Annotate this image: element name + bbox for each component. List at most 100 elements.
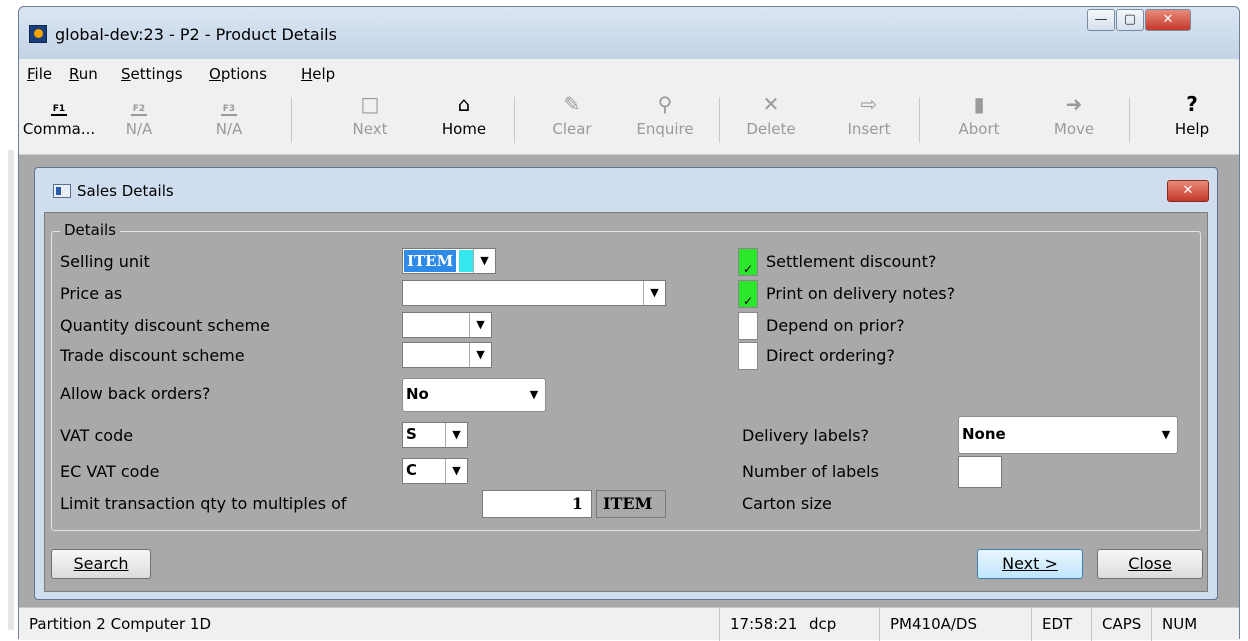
menu-options[interactable]: Options (209, 65, 267, 83)
minimize-button[interactable]: — (1087, 9, 1115, 31)
chevron-down-icon: ▼ (473, 249, 495, 273)
depend-prior-checkbox[interactable] (738, 312, 758, 340)
menu-run[interactable]: Run (69, 65, 98, 83)
back-orders-select[interactable]: No ▼ (402, 378, 546, 412)
help-question-icon: ? (1186, 92, 1198, 116)
back-orders-value: No (406, 385, 429, 403)
dialog-close-button[interactable]: ✕ (1167, 180, 1209, 202)
status-program: PM410A/DS (879, 608, 1031, 641)
dialog-window-icon (53, 184, 71, 198)
f2-label: N/A (125, 120, 153, 138)
qty-discount-select[interactable]: ▼ (402, 312, 492, 338)
vat-code-select[interactable]: S ▼ (402, 422, 468, 448)
toolbar-separator (514, 97, 515, 143)
f2-key-icon: F2 (99, 91, 179, 117)
price-as-label: Price as (60, 284, 123, 303)
print-delivery-checkbox[interactable]: ✓ (738, 280, 758, 308)
back-orders-label: Allow back orders? (60, 384, 211, 403)
menu-help-mnemonic: H (301, 65, 313, 83)
direct-ordering-checkbox[interactable] (738, 342, 758, 370)
selling-unit-select[interactable]: ITEM ▼ (402, 248, 496, 274)
next-toolbar-button[interactable]: □ Next (330, 91, 410, 151)
delivery-labels-value: None (962, 425, 1006, 443)
menu-file-mnemonic: F (27, 65, 35, 83)
delivery-labels-select[interactable]: None ▼ (958, 416, 1178, 454)
menu-file[interactable]: File (27, 65, 52, 83)
menu-help-label: elp (312, 65, 336, 83)
f2-key-label: F2 (130, 104, 148, 116)
limit-qty-value: 1 (571, 494, 583, 513)
menu-settings[interactable]: Settings (121, 65, 183, 83)
menu-options-mnemonic: O (209, 65, 221, 83)
home-icon: ⌂ (457, 92, 471, 116)
selection-highlight (459, 250, 473, 272)
menu-settings-mnemonic: S (121, 65, 131, 83)
settlement-discount-label: Settlement discount? (766, 252, 937, 271)
delete-label: Delete (746, 120, 796, 138)
delivery-labels-label: Delivery labels? (742, 426, 870, 445)
home-button[interactable]: ⌂ Home (424, 91, 504, 151)
trade-discount-label: Trade discount scheme (60, 346, 245, 365)
home-label: Home (441, 120, 487, 138)
toolbar: F1 Comma... F2 N/A F3 N/A □ Next ⌂ Home … (19, 87, 1239, 155)
depend-prior-label: Depend on prior? (766, 316, 905, 335)
menu-run-label: un (78, 65, 98, 83)
delete-button[interactable]: ✕ Delete (731, 91, 811, 151)
exit-door-icon: ▮ (973, 92, 985, 116)
menu-options-label: ptions (220, 65, 267, 83)
move-button[interactable]: ➜ Move (1034, 91, 1114, 151)
ec-vat-code-label: EC VAT code (60, 462, 160, 481)
toolbar-separator (291, 97, 292, 143)
status-edt: EDT (1031, 608, 1091, 641)
close-window-button[interactable]: ✕ (1145, 9, 1191, 31)
dialog-title: Sales Details (77, 182, 174, 200)
enquire-button[interactable]: ⚲ Enquire (625, 91, 705, 151)
ec-vat-code-select[interactable]: C ▼ (402, 458, 468, 484)
search-button[interactable]: Search (51, 549, 151, 579)
f2-button[interactable]: F2 N/A (99, 91, 179, 151)
f1-key-icon: F1 (19, 91, 99, 117)
close-button-label: Close (1128, 554, 1172, 573)
direct-ordering-label: Direct ordering? (766, 346, 895, 365)
chevron-down-icon: ▼ (529, 388, 539, 401)
selling-unit-value: ITEM (404, 250, 457, 272)
search-button-label: Search (73, 554, 129, 573)
help-label: Help (1174, 120, 1210, 138)
print-delivery-label: Print on delivery notes? (766, 284, 956, 303)
next-button-label: Next > (1002, 554, 1058, 573)
toolbar-separator (719, 97, 720, 143)
menu-run-mnemonic: R (69, 65, 79, 83)
f3-button[interactable]: F3 N/A (189, 91, 269, 151)
toolbar-separator (1129, 97, 1130, 143)
next-button[interactable]: Next > (977, 549, 1083, 579)
maximize-button[interactable]: ▢ (1116, 9, 1144, 31)
close-button[interactable]: Close (1097, 549, 1203, 579)
number-labels-label: Number of labels (742, 462, 879, 481)
enquire-label: Enquire (636, 120, 694, 138)
chevron-down-icon: ▼ (445, 459, 467, 483)
number-labels-input[interactable] (958, 456, 1002, 488)
limit-qty-input[interactable]: 1 (482, 490, 592, 518)
next-toolbar-label: Next (352, 120, 388, 138)
move-label: Move (1053, 120, 1095, 138)
clear-button[interactable]: ✎ Clear (532, 91, 612, 151)
sales-details-dialog: Sales Details ✕ Details Selling unit Pri… (34, 167, 1218, 600)
menu-help[interactable]: Help (301, 65, 335, 83)
dialog-body: Details Selling unit Price as Quantity d… (44, 212, 1208, 592)
qty-discount-label: Quantity discount scheme (60, 316, 270, 335)
help-button[interactable]: ? Help (1152, 91, 1232, 151)
commands-button[interactable]: F1 Comma... (19, 91, 99, 151)
limit-qty-unit: ITEM (596, 490, 666, 518)
title-bar: global-dev:23 - P2 - Product Details — ▢… (19, 7, 1239, 59)
abort-button[interactable]: ▮ Abort (939, 91, 1019, 151)
workspace: Sales Details ✕ Details Selling unit Pri… (19, 155, 1239, 607)
settlement-discount-checkbox[interactable]: ✓ (738, 248, 758, 276)
insert-label: Insert (847, 120, 891, 138)
menu-settings-label: ettings (130, 65, 183, 83)
price-as-select[interactable]: ▼ (402, 280, 666, 306)
insert-button[interactable]: ⇨ Insert (829, 91, 909, 151)
background-artifact (8, 150, 14, 630)
trade-discount-select[interactable]: ▼ (402, 342, 492, 368)
insert-row-icon: ⇨ (860, 92, 878, 116)
f3-key-icon: F3 (189, 91, 269, 117)
